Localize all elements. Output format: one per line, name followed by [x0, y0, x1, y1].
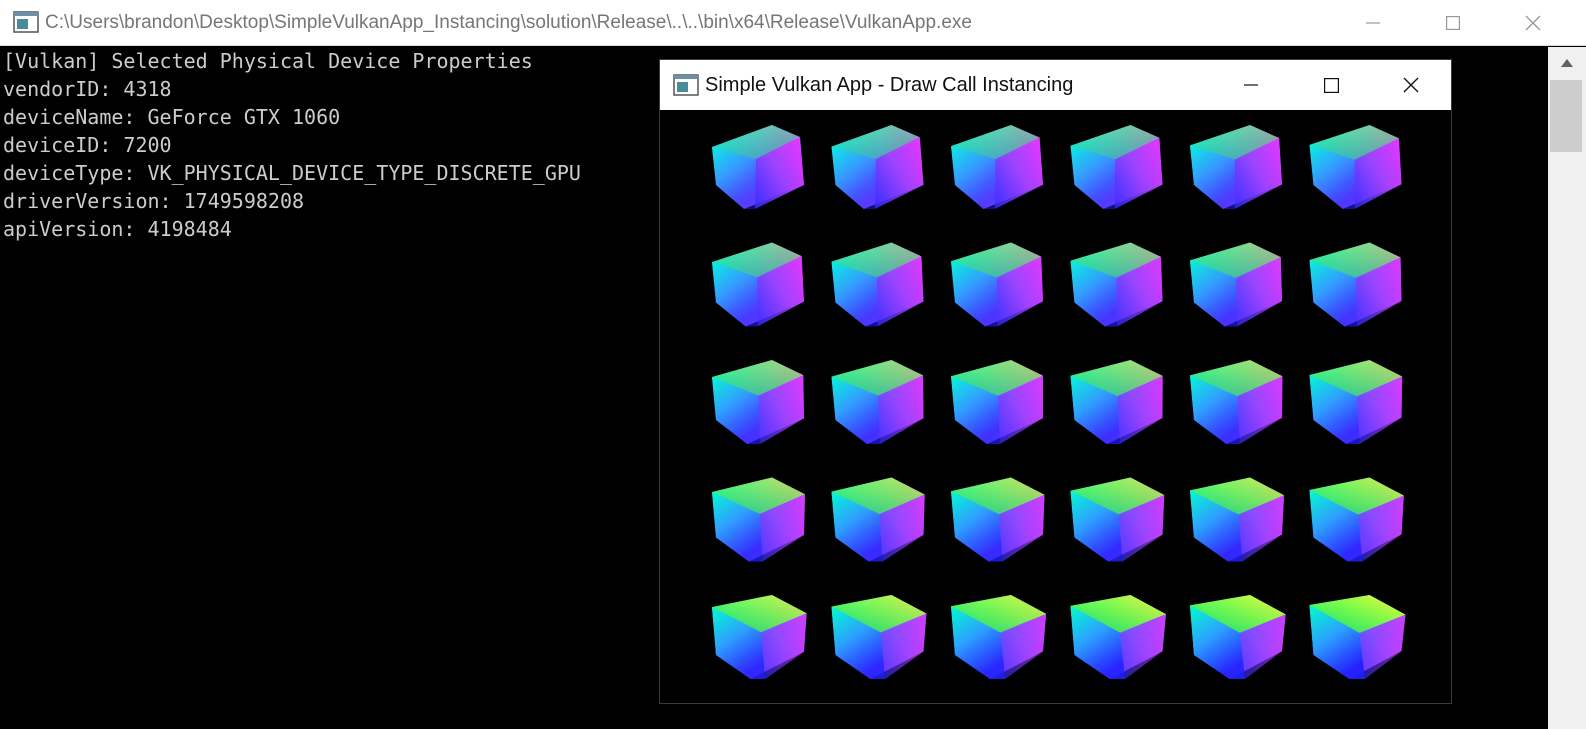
console-line: deviceType: VK_PHYSICAL_DEVICE_TYPE_DISC…	[3, 161, 581, 185]
close-button[interactable]	[1503, 0, 1563, 46]
maximize-icon	[1446, 16, 1460, 30]
cube-icon	[951, 360, 1043, 444]
close-icon	[1525, 15, 1541, 31]
minimize-button[interactable]	[1343, 0, 1403, 46]
cube-icon	[1309, 242, 1402, 327]
vulkan-titlebar[interactable]: Simple Vulkan App - Draw Call Instancing	[660, 60, 1451, 110]
cube-icon	[1309, 360, 1403, 444]
cube-icon	[1070, 125, 1163, 209]
scroll-up-button[interactable]	[1548, 47, 1586, 79]
console-app-icon	[13, 11, 39, 33]
cube-icon	[1070, 595, 1166, 679]
cube-icon	[1190, 242, 1282, 327]
cube-icon	[1070, 477, 1165, 562]
close-icon	[1403, 77, 1419, 93]
cube-icon	[1190, 477, 1285, 562]
cube-icon	[712, 242, 804, 327]
vulkan-app-window[interactable]: Simple Vulkan App - Draw Call Instancing	[659, 59, 1452, 704]
cube-icon	[1190, 595, 1286, 679]
vulkan-app-icon	[673, 74, 699, 96]
console-line: driverVersion: 1749598208	[3, 189, 305, 213]
cube-icon	[951, 125, 1043, 209]
vk-close-button[interactable]	[1372, 60, 1450, 110]
console-line: apiVersion: 4198484	[3, 217, 232, 241]
cube-icon	[831, 125, 924, 209]
cube-icon	[1190, 125, 1282, 209]
render-viewport[interactable]	[660, 110, 1451, 703]
cube-icon	[951, 595, 1047, 679]
console-line: vendorID: 4318	[3, 77, 172, 101]
console-window-title: C:\Users\brandon\Desktop\SimpleVulkanApp…	[45, 12, 972, 33]
vulkan-window-title: Simple Vulkan App - Draw Call Instancing	[705, 74, 1074, 96]
vk-minimize-button[interactable]	[1212, 60, 1290, 110]
maximize-button[interactable]	[1423, 0, 1483, 46]
console-line: deviceID: 7200	[3, 133, 172, 157]
maximize-icon	[1323, 77, 1339, 93]
console-line: deviceName: GeForce GTX 1060	[3, 105, 341, 129]
cube-icon	[1309, 477, 1404, 562]
cube-icon	[831, 360, 924, 444]
cube-icon	[1190, 360, 1283, 444]
cube-icon	[951, 242, 1043, 327]
chevron-up-icon	[1561, 59, 1573, 67]
cube-icon	[831, 595, 927, 679]
console-titlebar[interactable]: C:\Users\brandon\Desktop\SimpleVulkanApp…	[0, 0, 1586, 46]
cube-icon	[1309, 125, 1402, 209]
cube-icon	[712, 595, 807, 679]
cube-icon	[712, 360, 804, 444]
vertical-scrollbar[interactable]	[1548, 47, 1586, 729]
cube-icon	[1070, 242, 1163, 327]
vk-maximize-button[interactable]	[1292, 60, 1370, 110]
cube-icon	[951, 477, 1045, 562]
console-line: [Vulkan] Selected Physical Device Proper…	[3, 49, 533, 73]
cube-icon	[1309, 595, 1406, 679]
minimize-icon	[1366, 22, 1380, 24]
scrollbar-thumb[interactable]	[1550, 80, 1582, 152]
cube-icon	[712, 125, 804, 209]
cube-icon	[712, 477, 805, 562]
cube-icon	[831, 242, 924, 327]
cube-icon	[1070, 360, 1163, 444]
minimize-icon	[1244, 84, 1258, 86]
cube-icon	[831, 477, 925, 562]
